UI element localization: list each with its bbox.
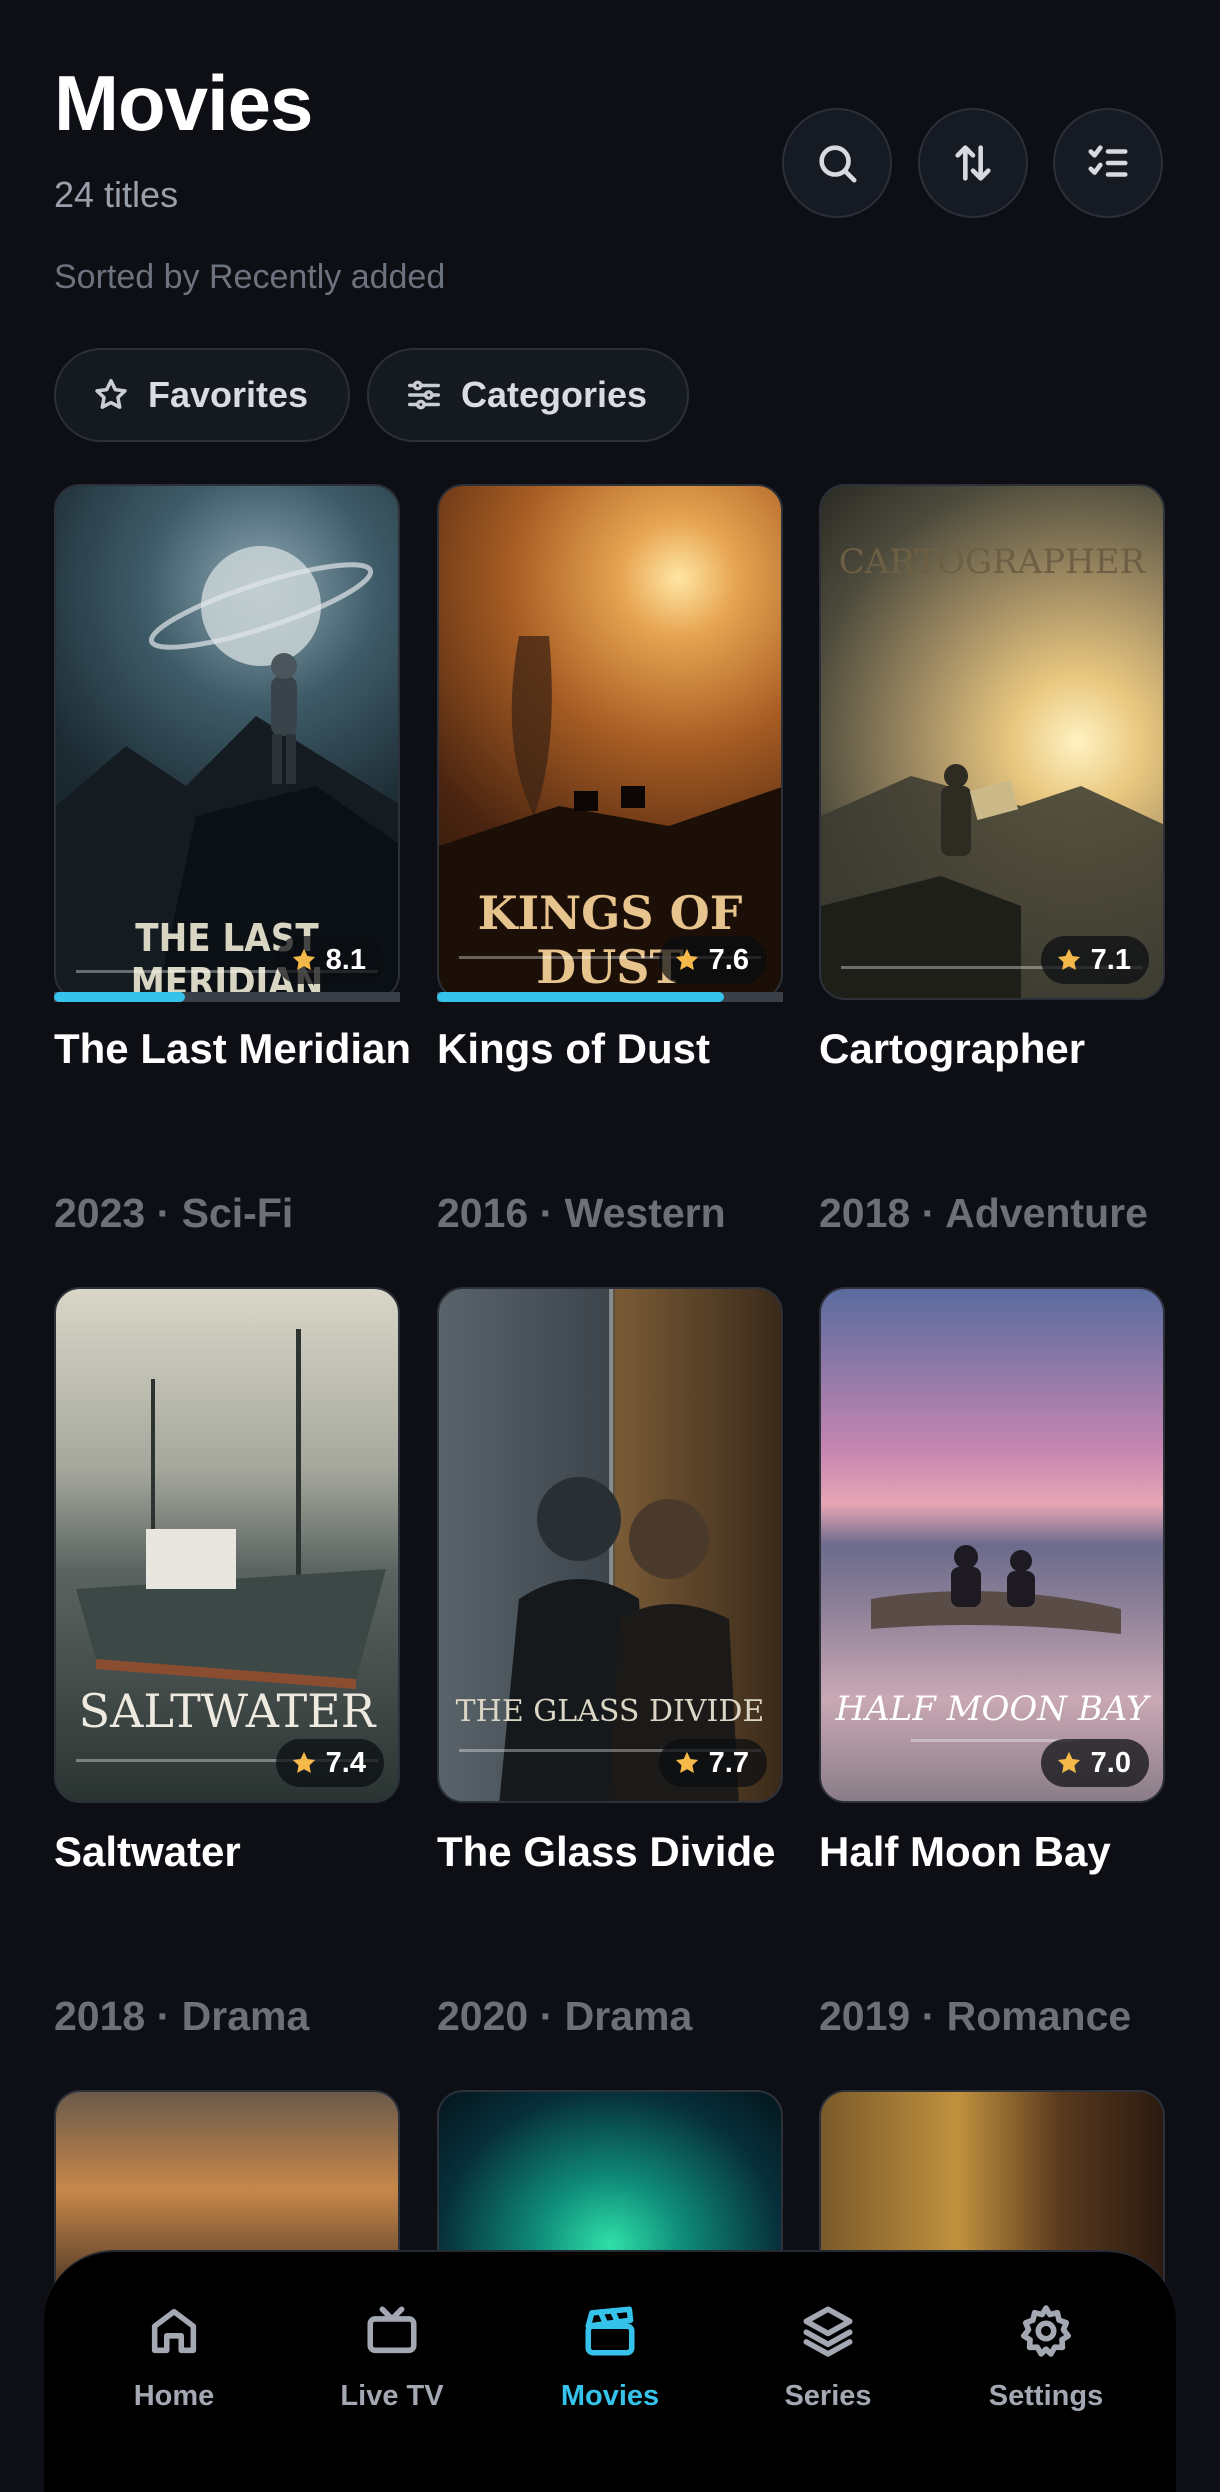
star-icon	[292, 1751, 315, 1774]
movie-poster[interactable]: SALTWATER 7.4	[54, 1287, 400, 1803]
movie-meta: 2018 · Adventure	[819, 1190, 1148, 1236]
star-icon	[1057, 948, 1080, 971]
clapperboard-icon	[585, 2306, 635, 2356]
categories-label: Categories	[461, 374, 648, 415]
movie-title[interactable]: The Last Meridian	[54, 1024, 414, 1074]
movie-meta: 2016 · Western	[437, 1190, 726, 1236]
watch-progress-fill	[437, 992, 725, 1002]
poster-title: CARTOGRAPHER	[838, 542, 1146, 582]
watch-progress-fill	[54, 992, 186, 1002]
star-icon	[675, 1751, 698, 1774]
rating-badge: 7.7	[658, 1739, 767, 1787]
bottom-nav: Home Live TV Movies Series Settings	[44, 2250, 1176, 2492]
star-outline-icon	[95, 379, 127, 409]
watch-progress	[437, 992, 783, 1002]
nav-movies[interactable]: Movies	[510, 2252, 710, 2424]
movie-poster[interactable]: CARTOGRAPHER 7.1	[819, 484, 1165, 1000]
movie-meta: 2020 · Drama	[437, 1993, 693, 2039]
rating-badge: 7.0	[1040, 1739, 1149, 1787]
star-icon	[675, 948, 698, 971]
nav-label: Series	[784, 2380, 872, 2412]
nav-label: Live TV	[340, 2380, 444, 2412]
layers-icon	[803, 2306, 853, 2357]
poster-title: HALF MOON BAY	[835, 1689, 1149, 1729]
movie-title[interactable]: Half Moon Bay	[819, 1827, 1179, 1877]
rating-value: 8.1	[325, 943, 366, 976]
poster-credits	[911, 1739, 1073, 1742]
sort-button[interactable]	[918, 108, 1028, 218]
nav-label: Movies	[560, 2380, 660, 2412]
movie-title[interactable]: Cartographer	[819, 1024, 1179, 1074]
gear-icon	[1020, 2305, 1072, 2357]
rating-value: 7.1	[1090, 943, 1131, 976]
movie-poster[interactable]: THE GLASS DIVIDE 7.7	[437, 1287, 783, 1803]
movie-meta: 2019 · Romance	[819, 1993, 1132, 2039]
movie-meta: 2023 · Sci-Fi	[54, 1190, 294, 1236]
rating-value: 7.6	[708, 943, 749, 976]
movie-meta: 2018 · Drama	[54, 1993, 310, 2039]
sliders-icon	[408, 380, 440, 410]
rating-badge: 7.6	[658, 936, 767, 984]
star-icon	[1057, 1751, 1080, 1774]
nav-label: Home	[133, 2380, 215, 2412]
rating-badge: 8.1	[275, 936, 384, 984]
star-icon	[292, 948, 315, 971]
tv-icon	[367, 2306, 417, 2354]
rating-value: 7.0	[1090, 1746, 1131, 1779]
categories-chip[interactable]: Categories	[367, 348, 690, 442]
movie-poster[interactable]: HALF MOON BAY 7.0	[819, 1287, 1165, 1803]
nav-series[interactable]: Series	[728, 2252, 928, 2424]
checklist-icon	[1088, 145, 1128, 177]
movie-title[interactable]: Saltwater	[54, 1827, 414, 1877]
home-icon	[151, 2308, 197, 2354]
watch-progress	[54, 992, 400, 1002]
search-icon	[819, 145, 857, 183]
rating-value: 7.4	[325, 1746, 366, 1779]
movie-title[interactable]: The Glass Divide	[437, 1827, 797, 1877]
movie-poster[interactable]: KINGS OF DUST 7.6	[437, 484, 783, 1000]
poster-title: SALTWATER	[78, 1684, 376, 1738]
favorites-chip[interactable]: Favorites	[54, 348, 351, 442]
nav-settings[interactable]: Settings	[946, 2252, 1146, 2424]
nav-label: Settings	[988, 2380, 1104, 2412]
select-button[interactable]	[1053, 108, 1163, 218]
movie-title[interactable]: Kings of Dust	[437, 1024, 797, 1074]
rating-value: 7.7	[708, 1746, 749, 1779]
sort-icon	[955, 145, 991, 181]
rating-badge: 7.4	[275, 1739, 384, 1787]
nav-live-tv[interactable]: Live TV	[292, 2252, 492, 2424]
page-title: Movies	[54, 59, 313, 147]
search-button[interactable]	[782, 108, 892, 218]
sort-status: Sorted by Recently added	[54, 258, 446, 296]
rating-badge: 7.1	[1040, 936, 1149, 984]
nav-home[interactable]: Home	[74, 2252, 274, 2424]
poster-title: THE GLASS DIVIDE	[455, 1694, 765, 1729]
favorites-label: Favorites	[148, 374, 309, 415]
title-count: 24 titles	[54, 174, 179, 215]
movie-poster[interactable]: THE LAST MERIDIAN 8.1	[54, 484, 400, 1000]
